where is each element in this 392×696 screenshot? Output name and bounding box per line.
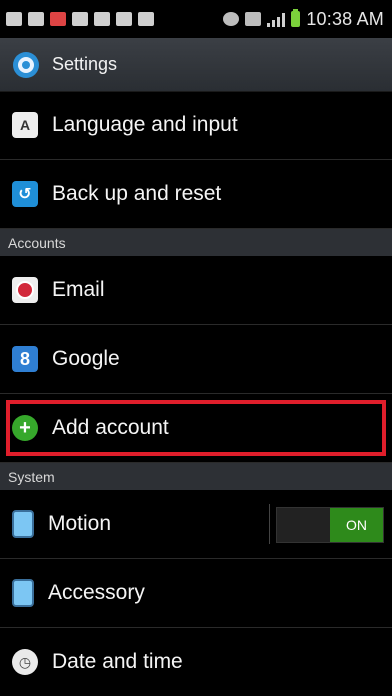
clock-icon: ◷ xyxy=(12,649,38,675)
setting-date-and-time[interactable]: ◷ Date and time xyxy=(0,628,392,696)
setting-label: Language and input xyxy=(52,113,238,136)
setting-accessory[interactable]: Accessory xyxy=(0,559,392,628)
setting-label: Date and time xyxy=(52,650,183,673)
motion-toggle-on-label: ON xyxy=(330,508,383,542)
notification-icons xyxy=(0,12,154,26)
toggle-divider xyxy=(269,504,270,544)
setting-language-and-input[interactable]: A Language and input xyxy=(0,91,392,160)
page-title: Settings xyxy=(52,54,118,74)
setting-label: Motion xyxy=(48,512,112,535)
battery-icon xyxy=(291,9,301,27)
motion-toggle[interactable]: ON xyxy=(276,507,384,543)
missed-call-icon xyxy=(50,12,66,26)
voicemail-icon xyxy=(116,12,132,26)
section-header-accounts: Accounts xyxy=(0,229,392,256)
settings-list: A Language and input ↺ Back up and reset… xyxy=(0,91,392,696)
4g-icon xyxy=(245,12,262,26)
account-email[interactable]: Email xyxy=(0,256,392,325)
section-header-system: System xyxy=(0,463,392,490)
signal-icon xyxy=(267,11,286,27)
backup-icon: ↺ xyxy=(12,181,38,207)
accessory-icon xyxy=(12,579,34,607)
google-icon: 8 xyxy=(12,346,38,372)
settings-gear-icon[interactable] xyxy=(12,51,40,79)
account-label: Google xyxy=(52,347,120,370)
highlight-box xyxy=(6,400,386,456)
setting-label: Accessory xyxy=(48,581,145,604)
language-icon: A xyxy=(12,112,38,138)
add-account-button[interactable]: + Add account xyxy=(0,394,392,463)
status-bar: 10:38 AM xyxy=(0,0,392,38)
gmail-icon-2 xyxy=(138,12,154,26)
account-label: Email xyxy=(52,278,105,301)
setting-label: Back up and reset xyxy=(52,182,222,205)
gmail-icon xyxy=(72,12,88,26)
download-icon xyxy=(94,12,110,26)
alarm-icon xyxy=(223,12,240,26)
setting-back-up-and-reset[interactable]: ↺ Back up and reset xyxy=(0,160,392,229)
notification-icon xyxy=(6,12,22,26)
email-icon xyxy=(12,277,38,303)
account-google[interactable]: 8 Google xyxy=(0,325,392,394)
image-notification-icon xyxy=(28,12,44,26)
settings-title-bar: Settings xyxy=(0,38,392,92)
clock: 10:38 AM xyxy=(306,8,384,29)
motion-icon xyxy=(12,510,34,538)
setting-motion[interactable]: Motion ON xyxy=(0,490,392,559)
